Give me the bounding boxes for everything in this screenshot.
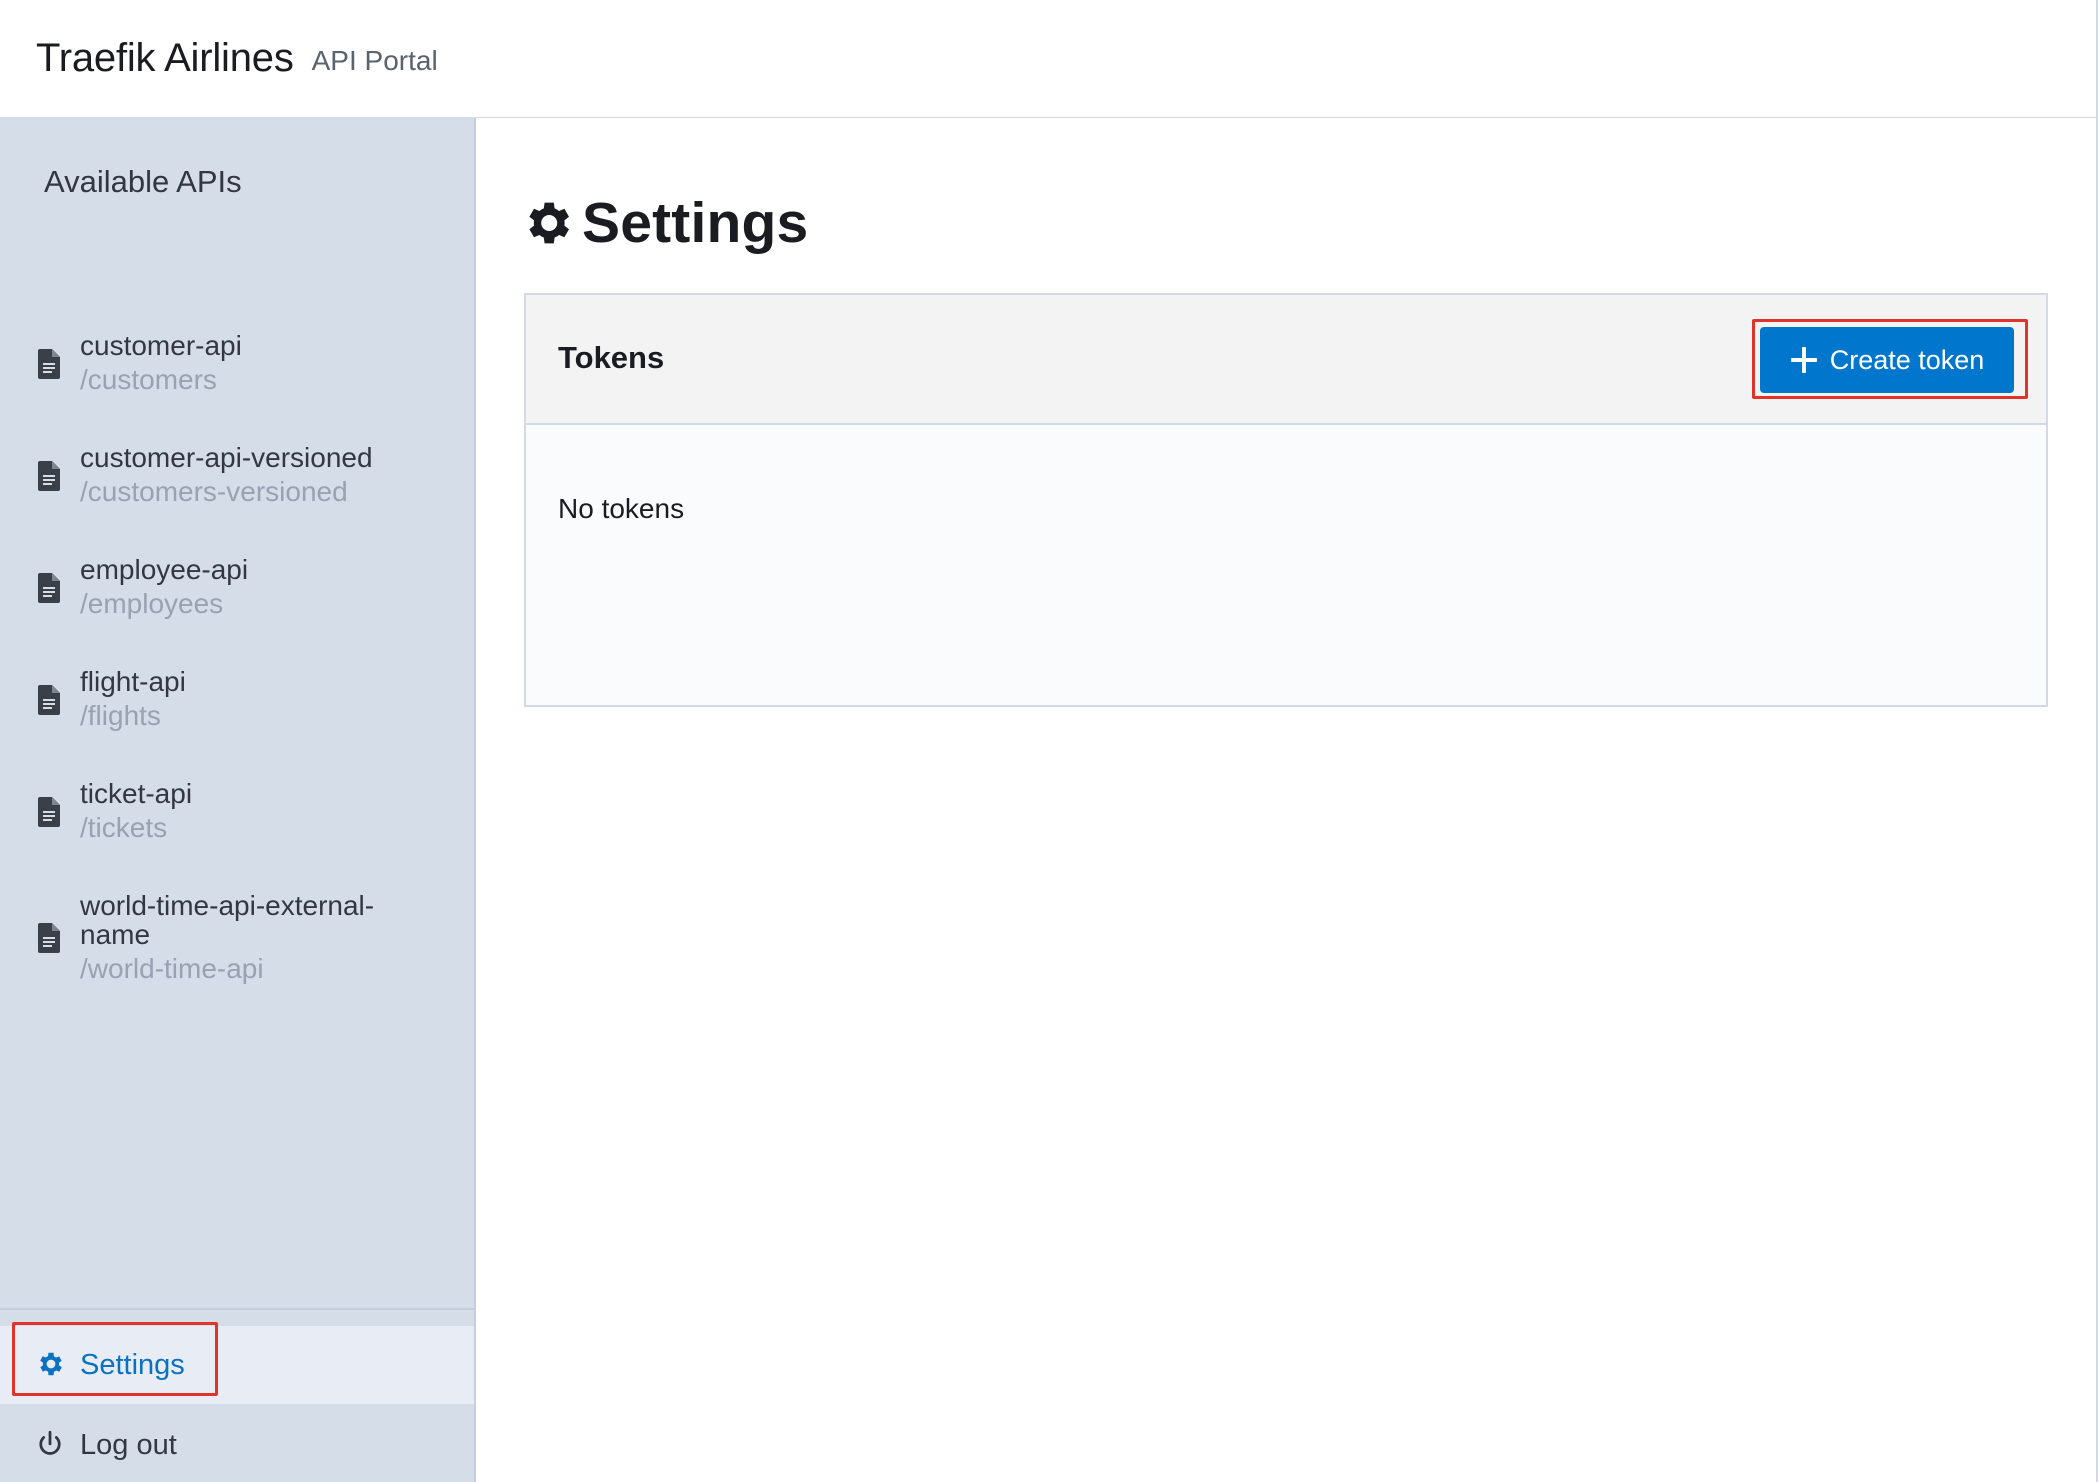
document-icon [38, 349, 60, 379]
nav-settings[interactable]: Settings [0, 1326, 474, 1404]
brand-name[interactable]: Traefik Airlines [36, 36, 294, 81]
api-name: employee-api [80, 554, 249, 585]
main-content: Settings Tokens Create token No tokens [478, 118, 2098, 1482]
empty-tokens-text: No tokens [558, 493, 685, 524]
api-name: ticket-api [80, 778, 193, 809]
plus-icon [1790, 347, 1817, 373]
nav-logout-label: Log out [80, 1428, 177, 1461]
power-icon [39, 1430, 61, 1455]
brand-subtitle: API Portal [311, 44, 438, 76]
tokens-panel-title: Tokens [558, 340, 665, 375]
sidebar-footer: Settings Log out [0, 1308, 474, 1461]
api-path: /customers [80, 364, 217, 395]
create-token-button[interactable]: Create token [1760, 327, 2014, 393]
nav-logout[interactable]: Log out [0, 1410, 474, 1480]
api-path: /flights [80, 700, 161, 731]
api-name: customer-api [80, 330, 242, 361]
page-title: Settings [524, 188, 808, 258]
tokens-panel-header: Tokens Create token [526, 295, 2046, 425]
document-icon [38, 573, 60, 603]
sidebar: Available APIs customer-api /customers c… [0, 118, 476, 1482]
document-icon [38, 797, 60, 827]
api-path: /tickets [80, 812, 168, 843]
api-name: customer-api-versioned [80, 442, 373, 473]
top-bar: Traefik Airlines API Portal [0, 0, 2098, 118]
api-name: world-time-api-external-name [80, 889, 375, 950]
page-title-text: Settings [582, 191, 809, 255]
tokens-panel: Tokens Create token No tokens [524, 293, 2048, 707]
api-path: /employees [80, 588, 224, 619]
document-icon [38, 461, 60, 491]
create-token-label: Create token [1829, 344, 1985, 375]
nav-settings-label: Settings [80, 1348, 185, 1381]
document-icon [38, 685, 60, 715]
document-icon [38, 923, 60, 953]
api-name: flight-api [80, 666, 186, 697]
gear-icon [529, 202, 569, 244]
sidebar-title: Available APIs [44, 164, 242, 199]
api-path: /customers-versioned [80, 476, 348, 507]
gear-icon [40, 1352, 62, 1376]
api-path: /world-time-api [80, 952, 264, 984]
